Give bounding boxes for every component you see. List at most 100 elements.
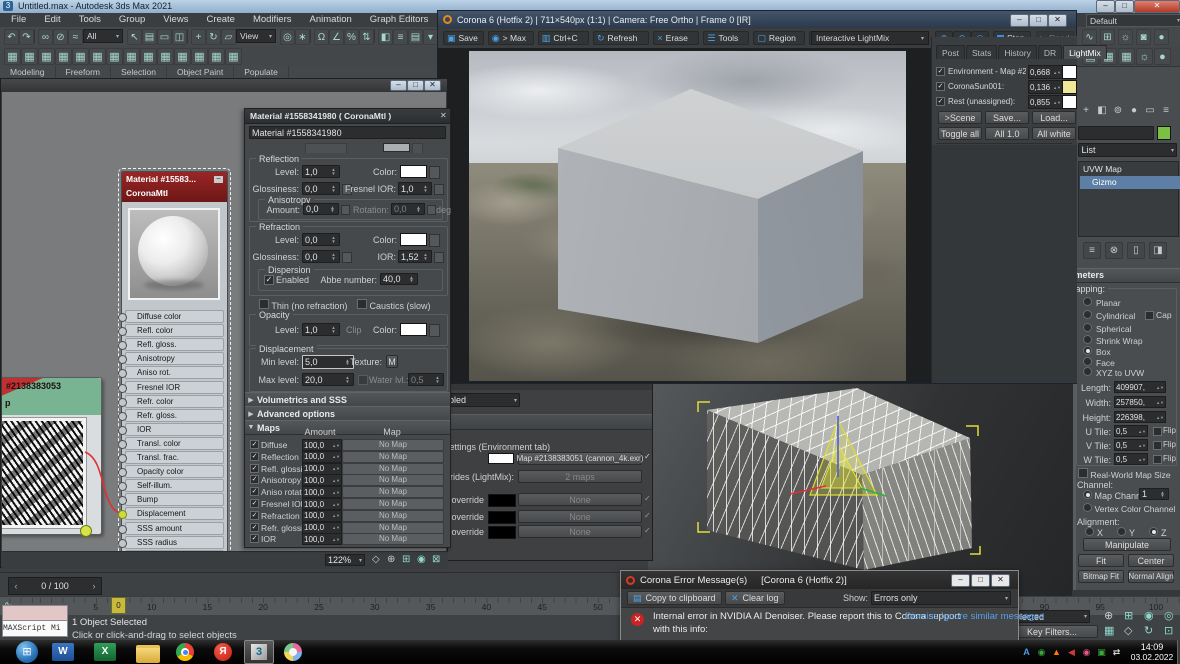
advanced-rollout[interactable]: ▶Advanced options	[245, 406, 450, 421]
spline-tools-icon[interactable]: ▦	[174, 48, 191, 65]
taskbar-app-word[interactable]: W	[52, 643, 74, 661]
slate-maximize-button[interactable]: □	[407, 80, 424, 91]
lightmix-checkbox[interactable]: ✓	[936, 82, 945, 91]
lightmix-value-field[interactable]: 0,668▲▼	[1028, 65, 1063, 79]
abbe-number-field[interactable]: 40,0▲▼	[380, 273, 418, 285]
clear-log-button[interactable]: ✕Clear log	[725, 591, 785, 605]
corona-minimize-button[interactable]: –	[1010, 14, 1029, 27]
lightmix-checkbox[interactable]: ✓	[936, 97, 945, 106]
override-none-button[interactable]: None	[518, 493, 642, 506]
no-map-button[interactable]: No Map	[342, 463, 444, 475]
ribbon-tab-selection[interactable]: Selection	[111, 66, 167, 78]
zoom-icon[interactable]: ⊕	[387, 554, 395, 565]
fresnel-map-slot[interactable]	[434, 184, 444, 195]
push-pull-icon[interactable]: ▦	[55, 48, 72, 65]
override-color-swatch[interactable]	[488, 494, 516, 507]
clock[interactable]: 14:09 03.02.2022	[1128, 642, 1176, 662]
menu-item-group[interactable]: Group	[110, 14, 154, 25]
ribbon-toggle-icon[interactable]: ▾	[423, 29, 438, 45]
slot-socket[interactable]	[118, 398, 127, 407]
selection-filter-dropdown[interactable]: All▾	[83, 29, 123, 43]
map-amount-field[interactable]: 100,0▲▼	[302, 463, 342, 475]
create-tab[interactable]: +	[1079, 104, 1093, 118]
mapping-option-shrink-wrap[interactable]: Shrink Wrap	[1083, 335, 1175, 346]
slot-socket[interactable]	[118, 525, 127, 534]
environment-color-swatch[interactable]	[488, 453, 514, 464]
refraction-color-map-slot[interactable]	[429, 234, 440, 247]
aniso-amount-field[interactable]: 0,0▲▼	[303, 203, 339, 215]
map-amount-field[interactable]: 100,0▲▼	[302, 522, 342, 534]
taskbar-app-chrome[interactable]	[176, 643, 194, 661]
map-amount-field[interactable]: 100,0▲▼	[302, 451, 342, 463]
corona-region-button[interactable]: ▢Region	[753, 31, 804, 45]
button-toggle-all[interactable]: Toggle all	[938, 127, 982, 140]
cap-checkbox[interactable]	[1145, 311, 1154, 320]
taskbar-app-explorer[interactable]	[136, 645, 160, 663]
start-button[interactable]: ⊞	[16, 641, 38, 663]
map-amount-field[interactable]: 100,0▲▼	[302, 533, 342, 545]
window-crossing-icon[interactable]: ◫	[172, 29, 187, 45]
slot-socket[interactable]	[118, 454, 127, 463]
opacity-color-swatch[interactable]	[400, 323, 427, 336]
curve-editor-icon[interactable]: ∿	[1082, 29, 1097, 45]
ior-map-slot[interactable]	[434, 252, 444, 263]
field-of-view-icon[interactable]: ▦	[1104, 624, 1114, 637]
refraction-color-swatch[interactable]	[400, 233, 427, 246]
render-setup-icon[interactable]: ☼	[1136, 48, 1153, 65]
relax-icon[interactable]: ▦	[72, 48, 89, 65]
show-end-result-icon[interactable]: ⊗	[1105, 242, 1123, 259]
ior-field[interactable]: 1,52▲▼	[398, 250, 432, 263]
water-level-checkbox[interactable]	[358, 375, 368, 385]
motion-tab[interactable]: ●	[1127, 104, 1141, 118]
time-slider-handle[interactable]: 0	[111, 597, 126, 614]
material-slot-anisotropy[interactable]: Anisotropy	[125, 352, 224, 365]
map-checkbox[interactable]: ✓	[250, 440, 259, 449]
bitmap-fit-button[interactable]: Bitmap Fit	[1078, 570, 1124, 583]
ribbon-tab-populate[interactable]: Populate	[234, 66, 289, 78]
material-slot-refl-gloss-[interactable]: Refl. gloss.	[125, 338, 224, 351]
zoom-region-icon[interactable]: ⊞	[1124, 609, 1133, 622]
menu-item-animation[interactable]: Animation	[301, 14, 361, 25]
corona-tab-lightmix[interactable]: LightMix	[1063, 45, 1107, 59]
material-node[interactable]: Material #15583... CoronaMtl – Diffuse c…	[121, 171, 228, 551]
corona-tab-dr[interactable]: DR	[1038, 45, 1062, 59]
material-slot-sss-radius[interactable]: SSS radius	[125, 536, 224, 549]
pan-icon[interactable]: ◇	[1124, 624, 1132, 637]
select-and-manipulate-icon[interactable]: ∗	[295, 29, 310, 45]
caustics-checkbox[interactable]: Caustics (slow)	[357, 299, 431, 311]
map-node[interactable]: #2138383053 p	[2, 377, 102, 535]
angle-snap-icon[interactable]: ∠	[329, 29, 344, 45]
configure-icon[interactable]: ◨	[1149, 242, 1167, 259]
reflection-color-swatch[interactable]	[400, 165, 427, 178]
app-pink-icon[interactable]: ◉	[1080, 646, 1093, 659]
undo-icon[interactable]: ↶	[4, 29, 19, 45]
material-slot-aniso-rot-[interactable]: Aniso rot.	[125, 366, 224, 379]
hierarchy-tab[interactable]: ⊚	[1111, 104, 1125, 118]
displacement-max-field[interactable]: 20,0▲▼	[302, 373, 354, 386]
displacement-min-field[interactable]: 5,0▲▼	[302, 355, 354, 369]
select-and-link-icon[interactable]: ∞	[38, 29, 53, 45]
center-button[interactable]: Center	[1128, 554, 1174, 567]
use-pivot-center-icon[interactable]: ◎	[280, 29, 295, 45]
material-slot-self-illum-[interactable]: Self-illum.	[125, 479, 224, 492]
manipulate-button[interactable]: Manipulate	[1083, 538, 1171, 551]
material-slot-fresnel-ior[interactable]: Fresnel IOR	[125, 381, 224, 394]
maxscript-mini-listener[interactable]: MAXScript Mi	[2, 620, 68, 637]
map-checkbox[interactable]: ✓	[250, 464, 259, 473]
no-map-button[interactable]: No Map	[342, 510, 444, 522]
map-amount-field[interactable]: 100,0▲▼	[302, 439, 342, 451]
environment-map-button[interactable]: Map #2138383051 (cannon_4k.exr)	[518, 452, 642, 465]
redo-icon[interactable]: ↷	[19, 29, 34, 45]
symmetry-icon[interactable]: ▦	[225, 48, 242, 65]
fresnel-ior-field[interactable]: 1,0▲▼	[398, 182, 432, 195]
defender-icon[interactable]: ▣	[1095, 646, 1108, 659]
parameter-window-close-icon[interactable]: ✕	[440, 111, 447, 120]
orbit-icon[interactable]: ↻	[1144, 624, 1153, 637]
modifier-list-dropdown[interactable]: Modifier List ▾	[1078, 143, 1177, 157]
maximize-viewport-icon[interactable]: ⊡	[1164, 624, 1173, 637]
schematic-view-icon[interactable]: ⊞	[1100, 29, 1115, 45]
map-node-output-socket[interactable]	[80, 525, 92, 537]
no-map-button[interactable]: No Map	[342, 522, 444, 534]
show-filter-dropdown[interactable]: Errors only▾	[871, 591, 1011, 605]
object-color-swatch[interactable]	[1157, 126, 1171, 140]
